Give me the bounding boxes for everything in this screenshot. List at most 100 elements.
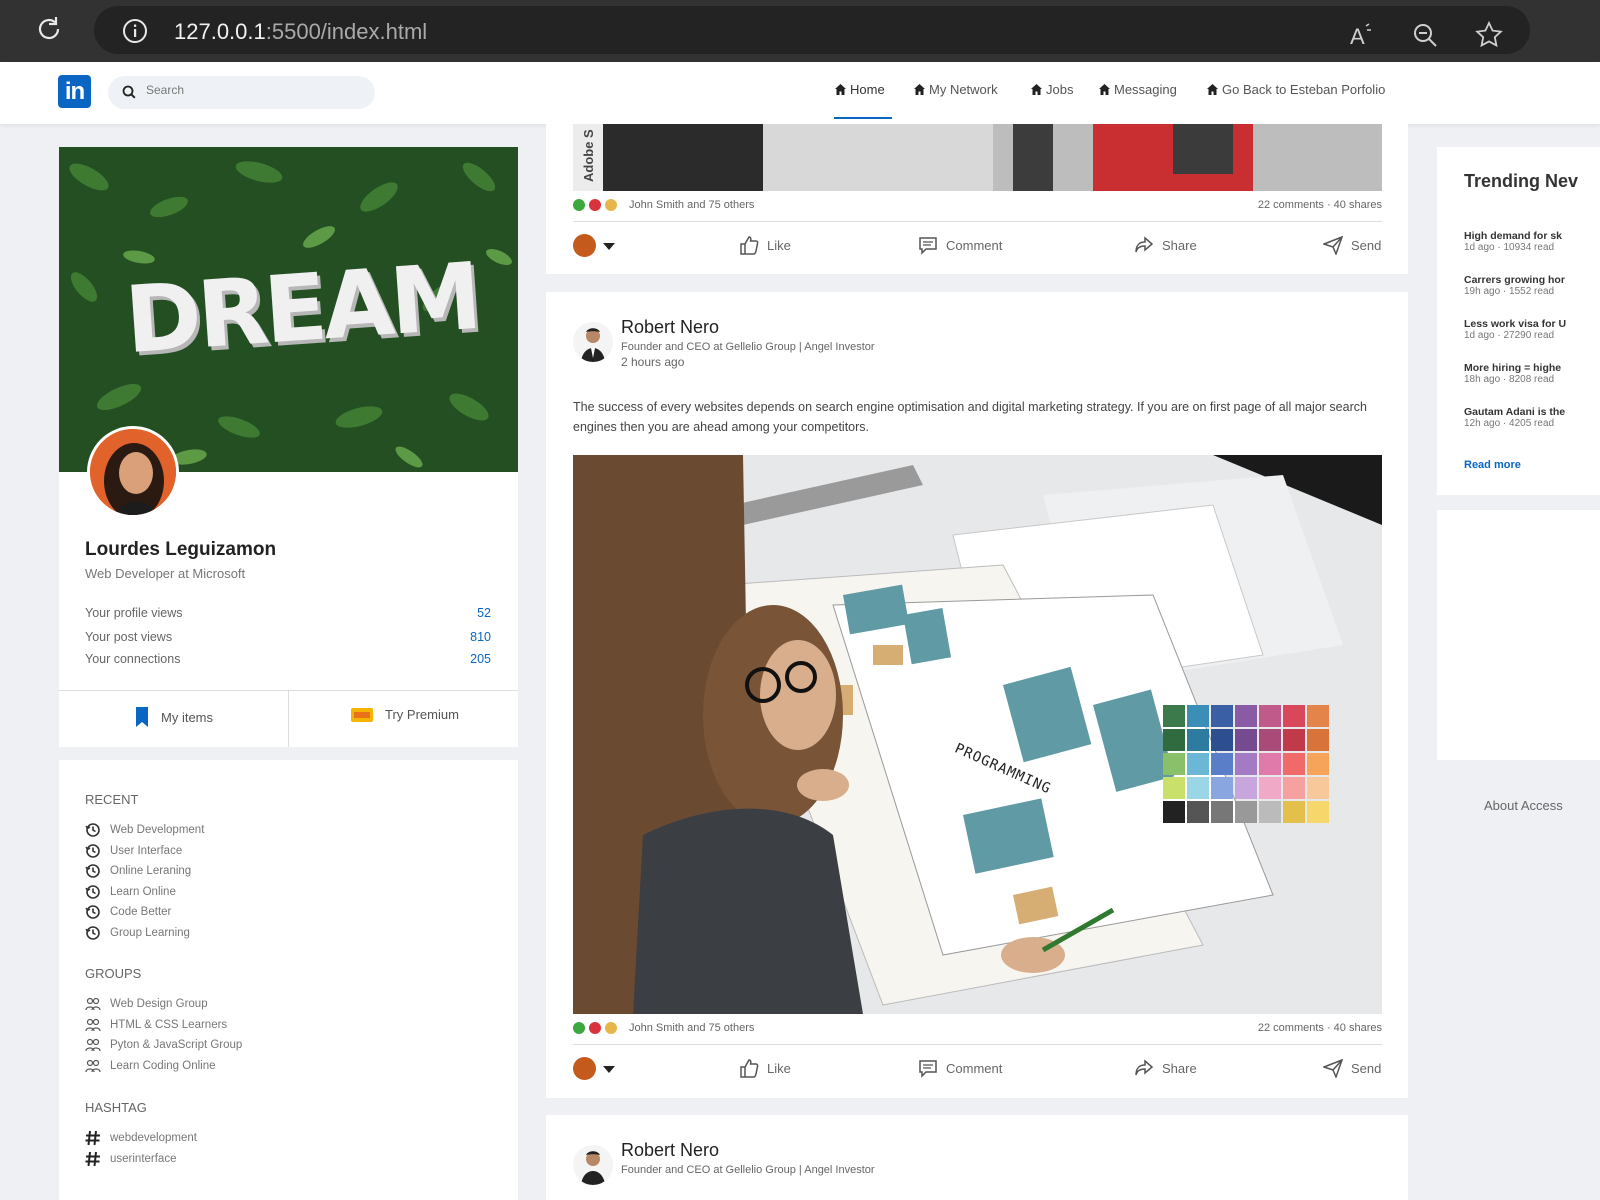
recent-item[interactable]: User Interface — [85, 843, 182, 859]
author-headline: Founder and CEO at Gellelio Group | Ange… — [621, 1164, 875, 1176]
hashtag-item[interactable]: userinterface — [85, 1151, 176, 1167]
divider — [288, 690, 289, 747]
group-icon — [85, 1017, 101, 1033]
send-button[interactable]: Send — [1323, 235, 1381, 255]
recent-item-label: Group Learning — [110, 926, 190, 939]
group-item[interactable]: HTML & CSS Learners — [85, 1017, 227, 1033]
recent-item[interactable]: Web Development — [85, 822, 204, 838]
nav-home[interactable]: Home — [834, 82, 885, 97]
trending-headline: Carrers growing hor — [1464, 274, 1565, 286]
try-premium-label: Try Premium — [385, 707, 459, 722]
stat-label: Your post views — [85, 630, 173, 644]
trending-item[interactable]: Less work visa for U 1d ago · 27290 read — [1464, 318, 1600, 341]
send-label: Send — [1351, 1060, 1382, 1076]
trending-item[interactable]: Gautam Adani is the 12h ago · 4205 read — [1464, 406, 1600, 429]
trending-item[interactable]: High demand for sk 1d ago · 10934 read — [1464, 230, 1600, 253]
try-premium-button[interactable]: Try Premium — [351, 707, 459, 722]
nav-jobs[interactable]: Jobs — [1030, 82, 1073, 97]
send-button[interactable]: Send — [1323, 1058, 1381, 1078]
nav-back-to-portfolio[interactable]: Go Back to Esteban Porfolio — [1206, 82, 1385, 97]
profile-avatar[interactable] — [87, 426, 179, 518]
post-image[interactable]: Adobe S — [573, 124, 1382, 191]
comment-icon — [919, 237, 937, 255]
read-aloud-icon[interactable]: A — [1346, 20, 1376, 50]
my-items-button[interactable]: My items — [135, 707, 213, 727]
send-icon — [1323, 1058, 1343, 1078]
hashtag-heading: HASHTAG — [85, 1100, 147, 1115]
share-arrow-icon — [1135, 1059, 1154, 1076]
nav-my-network-label: My Network — [929, 82, 998, 97]
read-more-link[interactable]: Read more — [1464, 459, 1521, 471]
nav-my-network[interactable]: My Network — [913, 82, 998, 97]
profile-name[interactable]: Lourdes Leguizamon — [85, 539, 276, 561]
recent-item[interactable]: Online Leraning — [85, 863, 191, 879]
comment-button[interactable]: Comment — [918, 235, 1002, 255]
author-avatar[interactable] — [573, 322, 613, 362]
reaction-text: John Smith and 75 others — [629, 199, 755, 211]
reactor-avatar[interactable] — [573, 1057, 596, 1080]
group-item[interactable]: Pyton & JavaScript Group — [85, 1037, 242, 1053]
comment-button[interactable]: Comment — [918, 1058, 1002, 1078]
divider — [573, 1044, 1382, 1045]
stat-connections[interactable]: Your connections 205 — [85, 652, 491, 666]
reactor-avatar[interactable] — [573, 234, 596, 257]
recent-item-label: Code Better — [110, 906, 172, 918]
stat-value: 810 — [470, 630, 491, 644]
recent-item[interactable]: Code Better — [85, 904, 171, 920]
history-icon — [85, 863, 101, 879]
profile-card: DREAM Lourdes Leguizamon Web Developer a… — [59, 147, 518, 747]
stat-post-views[interactable]: Your post views 810 — [85, 630, 491, 644]
send-icon — [1323, 235, 1343, 255]
share-button[interactable]: Share — [1134, 1058, 1197, 1078]
comment-share-counts[interactable]: 22 comments · 40 shares — [1258, 199, 1382, 211]
comment-label: Comment — [946, 1060, 1003, 1076]
trending-item[interactable]: More hiring = highe 18h ago · 8208 read — [1464, 362, 1600, 385]
post-image[interactable]: PROGRAMMING — [573, 455, 1382, 1014]
search-box[interactable] — [108, 76, 375, 109]
trending-item[interactable]: Carrers growing hor 19h ago · 1552 read — [1464, 274, 1600, 297]
stat-label: Your profile views — [85, 606, 183, 620]
reaction-summary[interactable]: John Smith and 75 others 22 comments · 4… — [573, 1022, 1382, 1034]
reaction-summary[interactable]: John Smith and 75 others 22 comments · 4… — [573, 199, 1382, 211]
chevron-down-icon[interactable] — [603, 1066, 615, 1073]
favorite-star-icon[interactable] — [1474, 20, 1504, 50]
like-button[interactable]: Like — [739, 1058, 791, 1078]
like-button[interactable]: Like — [739, 235, 791, 255]
hashtag-icon — [85, 1130, 101, 1146]
stat-value: 205 — [470, 652, 491, 666]
info-icon[interactable] — [122, 18, 148, 44]
zoom-out-icon[interactable] — [1410, 20, 1440, 50]
hashtag-item-label: webdevelopment — [110, 1132, 197, 1144]
recent-item-label: User Interface — [110, 844, 183, 857]
send-label: Send — [1351, 237, 1382, 253]
url-text[interactable]: 127.0.0.1:5500/index.html — [174, 19, 427, 45]
stat-label: Your connections — [85, 652, 181, 666]
like-reaction-icon — [573, 199, 585, 211]
author-name[interactable]: Robert Nero — [621, 317, 719, 338]
comment-share-counts[interactable]: 22 comments · 40 shares — [1258, 1022, 1382, 1034]
author-name[interactable]: Robert Nero — [621, 1140, 719, 1161]
stat-profile-views[interactable]: Your profile views 52 — [85, 606, 491, 620]
linkedin-logo[interactable]: in — [58, 75, 91, 108]
like-label: Like — [767, 237, 791, 253]
author-avatar[interactable] — [573, 1145, 613, 1185]
group-item[interactable]: Learn Coding Online — [85, 1058, 216, 1074]
nav-messaging-label: Messaging — [1114, 82, 1177, 97]
group-item[interactable]: Web Design Group — [85, 996, 208, 1012]
share-button[interactable]: Share — [1134, 235, 1197, 255]
feed-post: Robert Nero Founder and CEO at Gellelio … — [546, 292, 1408, 1098]
share-arrow-icon — [1135, 236, 1154, 253]
reload-icon[interactable] — [34, 14, 64, 44]
recent-item[interactable]: Group Learning — [85, 925, 190, 941]
address-bar[interactable]: 127.0.0.1:5500/index.html A — [94, 6, 1530, 54]
group-item-label: Web Design Group — [110, 998, 208, 1010]
chevron-down-icon[interactable] — [603, 243, 615, 250]
recent-item[interactable]: Learn Online — [85, 884, 176, 900]
trending-headline: High demand for sk — [1464, 230, 1563, 242]
hashtag-item[interactable]: webdevelopment — [85, 1130, 197, 1146]
comment-icon — [919, 1060, 937, 1078]
nav-messaging[interactable]: Messaging — [1098, 82, 1177, 97]
footer-links[interactable]: About Access — [1484, 798, 1563, 813]
group-icon — [85, 1037, 101, 1053]
search-input[interactable] — [146, 83, 346, 97]
